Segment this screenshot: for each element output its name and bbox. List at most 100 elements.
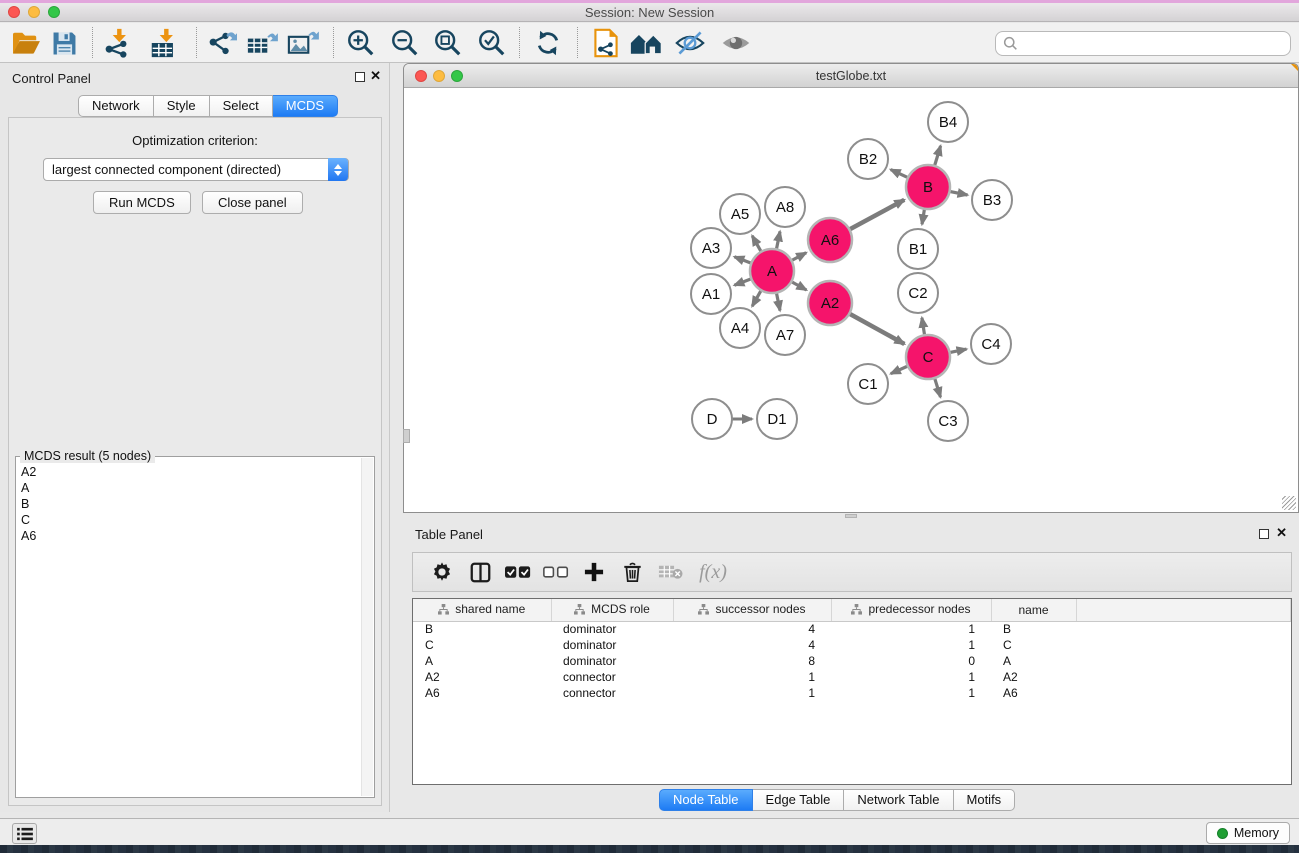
table-cell[interactable]: A2 [991,669,1076,685]
home-icon[interactable] [629,26,665,60]
table-cell[interactable]: A [991,653,1076,669]
graph-node-A4[interactable]: A4 [720,308,760,348]
column-header-mcds-role[interactable]: MCDS role [551,599,673,621]
table-row[interactable]: Cdominator41C [413,637,1290,653]
minimize-window-button[interactable] [28,6,40,18]
tab-network[interactable]: Network [78,95,154,117]
column-header-name[interactable]: name [991,599,1076,621]
graph-node-B2[interactable]: B2 [848,139,888,179]
table-cell[interactable]: 8 [673,653,831,669]
zoom-view-button[interactable] [451,70,463,82]
settings-gear-icon[interactable] [423,555,461,589]
import-network-icon[interactable] [100,26,136,60]
deselect-all-icon[interactable] [537,555,575,589]
table-cell[interactable]: 1 [831,621,991,637]
task-history-button[interactable] [12,823,37,844]
search-input[interactable] [1023,36,1290,51]
tab-select[interactable]: Select [210,95,273,117]
graph-edge-A-A1[interactable] [734,279,751,285]
graph-node-A6[interactable]: A6 [808,218,852,262]
tab-edge-table[interactable]: Edge Table [753,789,845,811]
open-folder-icon[interactable] [8,26,44,60]
column-layout-icon[interactable] [461,555,499,589]
table-header-row[interactable]: shared nameMCDS rolesuccessor nodesprede… [413,599,1290,621]
float-panel-icon[interactable] [1259,529,1269,539]
table-row[interactable]: A2connector11A2 [413,669,1290,685]
graph-node-C4[interactable]: C4 [971,324,1011,364]
column-header-shared-name[interactable]: shared name [413,599,551,621]
tab-style[interactable]: Style [154,95,210,117]
graph-edge-B-B3[interactable] [950,191,968,195]
close-view-button[interactable] [415,70,427,82]
vertical-splitter-handle[interactable] [403,429,410,443]
float-panel-icon[interactable] [355,72,365,82]
memory-button[interactable]: Memory [1206,822,1290,844]
graph-node-C3[interactable]: C3 [928,401,968,441]
function-builder-icon[interactable]: f(x) [689,555,737,589]
graph-edge-C-C1[interactable] [891,366,908,374]
graph-edge-B-B4[interactable] [935,146,941,166]
minimize-view-button[interactable] [433,70,445,82]
network-window-titlebar[interactable]: testGlobe.txt [404,64,1298,88]
table-cell[interactable]: 1 [831,637,991,653]
graph-edge-A-A5[interactable] [752,236,761,252]
hide-eye-icon[interactable] [672,26,708,60]
table-cell[interactable]: 1 [673,669,831,685]
delete-icon[interactable] [613,555,651,589]
graph-edge-C-C3[interactable] [935,378,941,397]
graph-edge-A-A2[interactable] [791,282,806,290]
mcds-result-list[interactable]: A2ABCA6 [17,461,360,796]
graph-node-D1[interactable]: D1 [757,399,797,439]
network-graph[interactable]: B4B2BB3A8A5A6A3B1AC2A1A2A4A7C4CC1DD1C3 [405,89,1297,512]
graph-node-A3[interactable]: A3 [691,228,731,268]
network-canvas[interactable]: B4B2BB3A8A5A6A3B1AC2A1A2A4A7C4CC1DD1C3 [405,89,1297,512]
table-cell[interactable]: connector [551,685,673,701]
close-panel-icon[interactable]: ✕ [370,68,381,84]
tab-motifs[interactable]: Motifs [954,789,1016,811]
resize-grip-icon[interactable] [1282,496,1296,510]
graph-node-D[interactable]: D [692,399,732,439]
attribute-table[interactable]: shared nameMCDS rolesuccessor nodesprede… [413,599,1291,701]
export-image-icon[interactable] [285,26,321,60]
graph-node-B3[interactable]: B3 [972,180,1012,220]
refresh-icon[interactable] [530,26,566,60]
tab-network-table[interactable]: Network Table [844,789,953,811]
mcds-result-item[interactable]: C [21,512,360,528]
graph-node-A[interactable]: A [750,249,794,293]
zoom-in-icon[interactable] [343,26,379,60]
tab-mcds[interactable]: MCDS [273,95,338,117]
table-cell[interactable]: B [413,621,551,637]
import-table-icon[interactable] [147,26,183,60]
table-cell[interactable]: 1 [673,685,831,701]
graph-node-C2[interactable]: C2 [898,273,938,313]
graph-edge-A2-C[interactable] [849,314,904,344]
zoom-selected-icon[interactable] [474,26,510,60]
table-cell[interactable]: 0 [831,653,991,669]
tab-node-table[interactable]: Node Table [659,789,753,811]
optimization-criterion-select[interactable]: largest connected component (directed) [43,158,349,181]
table-cell[interactable]: dominator [551,637,673,653]
mcds-list-scrollbar[interactable] [361,458,373,796]
graph-node-B[interactable]: B [906,165,950,209]
table-cell[interactable]: B [991,621,1076,637]
table-cell[interactable]: A6 [413,685,551,701]
graph-node-B1[interactable]: B1 [898,229,938,269]
close-window-button[interactable] [8,6,20,18]
graph-node-A5[interactable]: A5 [720,194,760,234]
add-column-icon[interactable] [575,555,613,589]
graph-edge-A6-B[interactable] [849,200,904,230]
graph-node-A7[interactable]: A7 [765,315,805,355]
table-cell[interactable]: dominator [551,621,673,637]
table-row[interactable]: Bdominator41B [413,621,1290,637]
graph-edge-B-B2[interactable] [891,170,908,178]
mcds-result-item[interactable]: A [21,480,360,496]
column-header-predecessor-nodes[interactable]: predecessor nodes [831,599,991,621]
table-cell[interactable]: C [413,637,551,653]
table-cell[interactable]: A2 [413,669,551,685]
graph-node-B4[interactable]: B4 [928,102,968,142]
table-cell[interactable]: 1 [831,669,991,685]
export-table-icon[interactable] [244,26,280,60]
close-panel-icon[interactable]: ✕ [1276,525,1287,541]
graph-edge-A-A8[interactable] [776,232,780,250]
graph-edge-C-C2[interactable] [922,318,925,336]
